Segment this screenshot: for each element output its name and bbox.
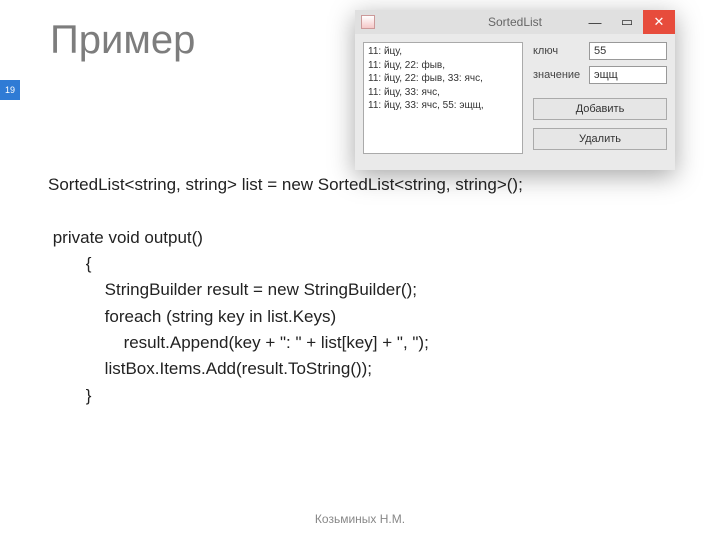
value-input[interactable]: эщщ [589,66,667,84]
app-icon [361,15,375,29]
window-buttons: — ▭ ✕ [579,10,675,34]
key-row: ключ 55 [533,42,667,60]
value-label: значение [533,69,583,81]
form-panel: ключ 55 значение эщщ Добавить Удалить [533,42,667,154]
window-body: 11: йцу, 11: йцу, 22: фыв, 11: йцу, 22: … [355,34,675,162]
minimize-button[interactable]: — [579,10,611,34]
code-line: result.Append(key + ": " + list[key] + "… [48,333,429,352]
titlebar[interactable]: SortedList — ▭ ✕ [355,10,675,34]
close-button[interactable]: ✕ [643,10,675,34]
delete-button[interactable]: Удалить [533,128,667,150]
maximize-button[interactable]: ▭ [611,10,643,34]
value-row: значение эщщ [533,66,667,84]
code-line: private void output() [48,228,203,247]
add-button[interactable]: Добавить [533,98,667,120]
code-line: } [48,386,91,405]
code-line: { [48,254,91,273]
code-block: SortedList<string, string> list = new So… [48,172,690,409]
slide: Пример 19 SortedList — ▭ ✕ 11: йцу, 11: … [0,0,720,540]
footer-author: Козьминых Н.М. [0,512,720,526]
app-window: SortedList — ▭ ✕ 11: йцу, 11: йцу, 22: ф… [355,10,675,170]
slide-number: 19 [0,80,20,100]
key-label: ключ [533,45,583,57]
code-line: listBox.Items.Add(result.ToString()); [48,359,372,378]
listbox[interactable]: 11: йцу, 11: йцу, 22: фыв, 11: йцу, 22: … [363,42,523,154]
key-input[interactable]: 55 [589,42,667,60]
slide-title: Пример [50,18,195,63]
code-line: foreach (string key in list.Keys) [48,307,336,326]
code-line: StringBuilder result = new StringBuilder… [48,280,417,299]
code-line: SortedList<string, string> list = new So… [48,175,523,194]
